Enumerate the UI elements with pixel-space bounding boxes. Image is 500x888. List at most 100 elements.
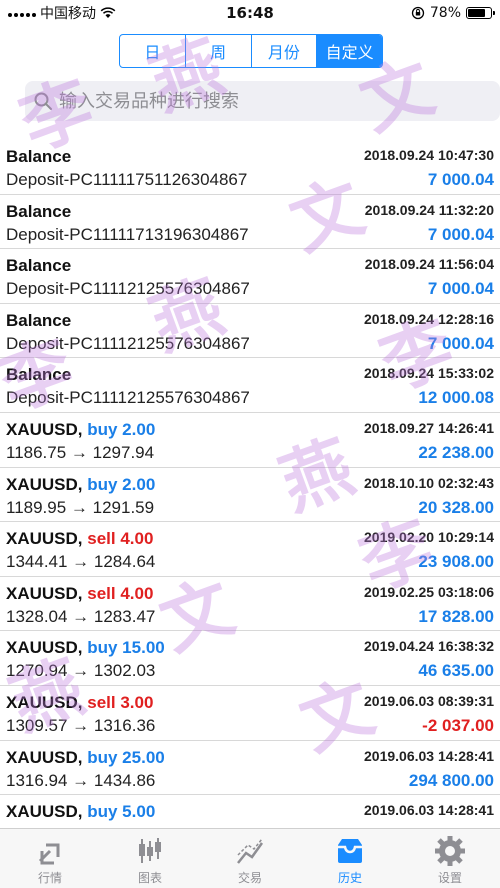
- quotes-icon: [38, 843, 60, 865]
- row-amount: 46 635.00: [418, 661, 494, 681]
- period-segmented-control: 日周月份 自定义: [119, 34, 383, 68]
- row-detail: Deposit-PC11112125576304867: [6, 388, 250, 408]
- row-time: 2019.04.24 16:38:32: [364, 638, 494, 655]
- row-symbol: XAUUSD, buy 5.00: [6, 802, 156, 822]
- segment-3[interactable]: 自定义: [317, 35, 382, 67]
- row-symbol: XAUUSD, sell 4.00: [6, 583, 154, 603]
- history-row[interactable]: XAUUSD, buy 25.00 1316.94 → 1434.86 2019.0…: [0, 741, 500, 796]
- row-amount: 294 800.00: [408, 770, 494, 790]
- row-operation: buy 15.00: [82, 638, 165, 658]
- tab-0[interactable]: 行情: [0, 829, 100, 888]
- row-time: 2018.10.10 02:32:43: [364, 474, 494, 491]
- row-detail: 1309.57 → 1316.36: [6, 715, 156, 735]
- row-detail: 1316.94 → 1434.86: [6, 770, 156, 790]
- history-row[interactable]: XAUUSD, sell 3.00 1309.57 → 1316.36 2019.0…: [0, 686, 500, 741]
- history-row[interactable]: Balance Deposit-PC11112125576304867 2018.0…: [0, 304, 500, 359]
- row-time: 2019.06.03 14:28:41: [364, 802, 494, 819]
- row-time: 2019.06.03 14:28:41: [364, 747, 494, 764]
- row-symbol: XAUUSD, buy 2.00: [6, 474, 156, 494]
- row-amount: 7 000.04: [427, 224, 494, 244]
- history-row[interactable]: Balance Deposit-PC11111751126304867 2018.0…: [0, 140, 500, 195]
- row-detail: 1270.94 → 1302.03: [6, 661, 156, 681]
- row-operation: buy 2.00: [82, 419, 156, 439]
- row-time: 2018.09.24 12:28:16: [364, 310, 494, 327]
- tab-label: 历史: [337, 871, 362, 885]
- row-operation: buy 25.00: [82, 747, 165, 767]
- row-time: 2019.02.20 10:29:14: [364, 529, 494, 546]
- search-bar[interactable]: [25, 81, 500, 121]
- history-row[interactable]: XAUUSD, buy 2.00 1189.95 → 1291.59 2018.10…: [0, 468, 500, 523]
- tab-label: 交易: [237, 871, 262, 885]
- row-detail: 1189.95 → 1291.59: [6, 497, 155, 517]
- trade-icon: [237, 838, 264, 864]
- tab-label: 图表: [137, 871, 162, 885]
- row-amount: 17 828.00: [418, 606, 494, 626]
- history-row[interactable]: Balance Deposit-PC11111713196304867 2018.0…: [0, 195, 500, 250]
- row-operation: sell 4.00: [82, 583, 154, 603]
- row-time: 2018.09.27 14:26:41: [364, 419, 494, 436]
- row-symbol: XAUUSD, buy 15.00: [6, 638, 165, 658]
- tab-2[interactable]: 交易: [200, 829, 300, 888]
- row-symbol: Balance: [6, 201, 72, 221]
- row-amount: 7 000.04: [427, 279, 494, 299]
- search-icon: [34, 92, 52, 110]
- battery-fill: [468, 9, 486, 17]
- row-symbol: XAUUSD, buy 2.00: [6, 419, 156, 439]
- history-row[interactable]: XAUUSD, buy 2.00 1186.75 → 1297.94 2018.09…: [0, 413, 500, 468]
- tab-label: 行情: [37, 871, 62, 885]
- row-time: 2018.09.24 15:33:02: [364, 365, 494, 382]
- row-time: 2018.09.24 11:56:04: [364, 256, 494, 273]
- carrier-label: 中国移动: [40, 6, 96, 22]
- row-detail: Deposit-PC11111713196304867: [6, 224, 249, 244]
- row-symbol: Balance: [6, 256, 72, 276]
- row-amount: 7 000.04: [427, 170, 494, 189]
- battery-icon: [466, 7, 495, 19]
- clock: 16:48: [226, 4, 274, 22]
- row-symbol: Balance: [6, 310, 72, 330]
- segment-2[interactable]: 月份: [252, 35, 318, 67]
- signal-icon: [8, 9, 36, 17]
- row-detail: 1328.04 → 1283.47: [6, 606, 156, 626]
- battery-percent: 78%: [429, 5, 461, 21]
- row-amount: 22 238.00: [418, 442, 494, 462]
- row-amount: 7 000.04: [427, 333, 494, 353]
- tab-4[interactable]: 设置: [400, 829, 500, 888]
- history-row[interactable]: XAUUSD, sell 4.00 1328.04 → 1283.47 2019.0…: [0, 577, 500, 632]
- row-operation: buy 5.00: [82, 802, 156, 822]
- row-time: 2018.09.24 11:32:20: [364, 201, 494, 218]
- history-row[interactable]: XAUUSD, buy 15.00 1270.94 → 1302.03 2019.0…: [0, 631, 500, 686]
- status-right: 78%: [411, 5, 495, 21]
- segment-1[interactable]: 周: [186, 35, 252, 67]
- rotation-lock-icon: [411, 6, 425, 20]
- row-amount: 23 908.00: [418, 552, 494, 572]
- search-input[interactable]: [59, 90, 459, 112]
- row-detail: Deposit-PC11112125576304867: [6, 279, 250, 299]
- segment-0[interactable]: 日: [120, 35, 186, 67]
- row-time: 2019.02.25 03:18:06: [364, 583, 494, 600]
- status-left: 中国移动: [8, 3, 116, 23]
- tab-label: 设置: [437, 871, 462, 885]
- row-symbol: XAUUSD, sell 4.00: [6, 529, 154, 549]
- tab-3[interactable]: 历史: [300, 829, 400, 888]
- row-detail: Deposit-PC11111751126304867: [6, 170, 248, 189]
- history-row[interactable]: Balance Deposit-PC11112125576304867 2018.0…: [0, 358, 500, 413]
- row-amount: 12 000.08: [418, 388, 494, 408]
- row-symbol: XAUUSD, sell 3.00: [6, 692, 154, 712]
- row-detail: 1344.41 → 1284.64: [6, 552, 156, 572]
- chart-icon: [139, 838, 161, 863]
- tab-1[interactable]: 图表: [100, 829, 200, 888]
- row-amount: 20 328.00: [418, 497, 494, 517]
- history-row[interactable]: Balance Deposit-PC11112125576304867 2018.0…: [0, 249, 500, 304]
- row-detail: Deposit-PC11112125576304867: [6, 333, 250, 353]
- history-icon: [338, 839, 362, 863]
- row-symbol: XAUUSD, buy 25.00: [6, 747, 165, 767]
- settings-icon: [435, 836, 465, 866]
- row-symbol: Balance: [6, 147, 72, 166]
- row-amount: -2 037.00: [422, 715, 494, 735]
- row-operation: sell 4.00: [82, 529, 154, 549]
- status-bar: 中国移动 16:48 78%: [0, 0, 500, 26]
- wifi-icon: [100, 7, 116, 18]
- history-list: Balance Deposit-PC11111751126304867 2018.0…: [0, 140, 500, 850]
- row-symbol: Balance: [6, 365, 72, 385]
- history-row[interactable]: XAUUSD, sell 4.00 1344.41 → 1284.64 2019.0…: [0, 522, 500, 577]
